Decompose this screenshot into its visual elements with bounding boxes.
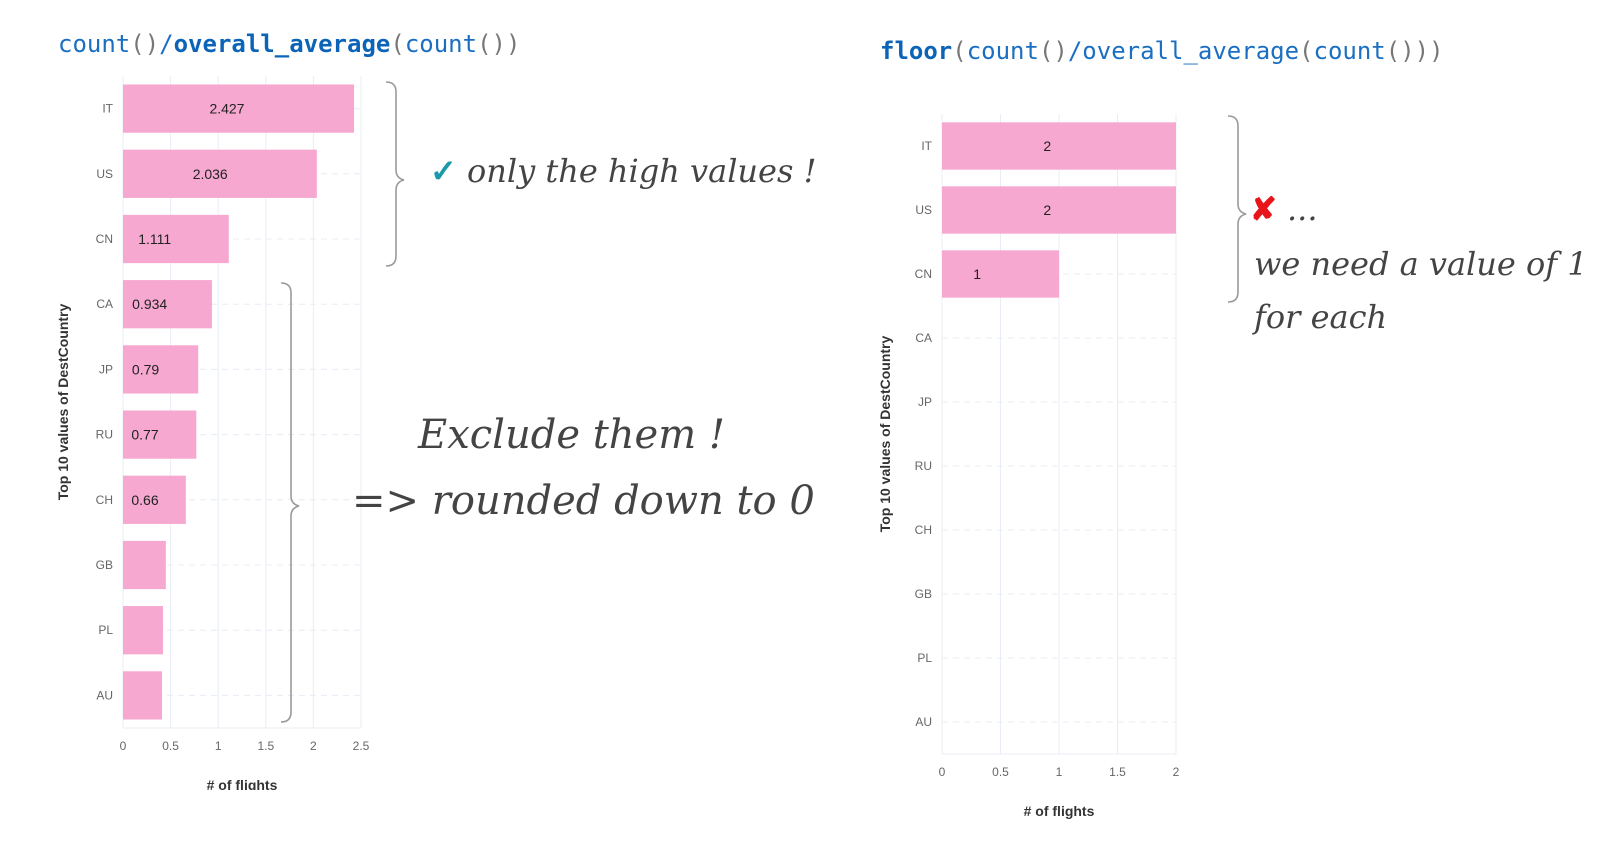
x-tick-label: 1.5 — [1109, 765, 1126, 779]
formula-paren-open: ( — [390, 30, 405, 58]
y-tick-label: PL — [98, 623, 113, 637]
y-tick-label: US — [915, 203, 932, 217]
y-tick-label: CA — [915, 331, 932, 345]
formula-rest: /overall_average — [1067, 37, 1300, 65]
x-tick-label: 0 — [120, 739, 127, 753]
check-icon: ✓ — [430, 152, 457, 190]
bar — [123, 671, 163, 720]
formula-paren-open-2: ( — [1299, 37, 1314, 65]
exclude-text: Exclude them ! — [418, 412, 725, 458]
x-tick-label: 0.5 — [162, 739, 179, 753]
y-tick-label: PL — [917, 651, 932, 665]
y-tick-label: JP — [99, 362, 113, 376]
formula-fn-count-inner: count — [404, 30, 478, 58]
y-tick-label: RU — [96, 428, 113, 442]
y-tick-label: RU — [915, 459, 932, 473]
annotation-exclude: Exclude them ! — [418, 412, 725, 458]
formula-fn-count: count — [58, 30, 131, 58]
annotation-need-line2: for each — [1254, 298, 1387, 336]
right-bar-chart: 0 0.5 1 1.5 2 IT 2 US 2 CN 1 CA JP RU CH GB PL AU # of fli… — [877, 114, 1180, 819]
formula-paren-open: ( — [952, 37, 967, 65]
bar — [942, 250, 1059, 298]
data-label: 0.77 — [131, 427, 158, 443]
data-label: 2 — [1043, 202, 1051, 218]
ellipsis-text: ... — [1286, 190, 1318, 228]
formula-fn-floor: floor — [880, 37, 953, 65]
x-tick-label: 0.5 — [992, 765, 1009, 779]
data-label: 2 — [1043, 138, 1051, 154]
left-bar-chart: 0 0.5 1 1.5 2 2.5 IT 2.427 US 2.036 CN 1.111 CA 0.934… — [55, 76, 370, 790]
y-axis-title: Top 10 values of DestCountry — [55, 304, 71, 501]
formula-parens: () — [1038, 37, 1068, 65]
y-tick-label: CN — [915, 267, 932, 281]
data-label: 1.111 — [138, 231, 171, 247]
bar — [942, 122, 1176, 170]
x-tick-label: 1.5 — [257, 739, 274, 753]
y-tick-label: IT — [102, 102, 113, 116]
x-axis-title: # of flights — [207, 777, 278, 790]
for-each-text: for each — [1254, 298, 1388, 336]
y-tick-label: US — [96, 167, 113, 181]
y-tick-label: AU — [915, 715, 932, 729]
x-tick-label: 1 — [1056, 765, 1063, 779]
y-tick-label: JP — [918, 395, 932, 409]
x-axis-title: # of flights — [1024, 803, 1095, 819]
annotation-rounded: => rounded down to 0 — [352, 478, 815, 524]
data-label: 1 — [973, 266, 981, 282]
y-tick-label: IT — [921, 139, 932, 153]
y-tick-label: AU — [96, 688, 113, 702]
annotation-need-line1: we need a value of 1 — [1254, 245, 1588, 283]
data-label: 2.036 — [193, 166, 228, 182]
rounded-text: => rounded down to 0 — [352, 478, 815, 524]
x-tick-label: 0 — [939, 765, 946, 779]
data-label: 2.427 — [209, 101, 244, 117]
formula-paren-close: ())) — [1385, 37, 1444, 65]
formula-fn-count-inner: count — [1313, 37, 1386, 65]
x-tick-label: 2 — [310, 739, 317, 753]
formula-fn-overall-average: overall_average — [173, 30, 391, 58]
left-formula-title: count()/overall_average(count()) — [58, 30, 520, 58]
x-tick-label: 1 — [215, 739, 222, 753]
y-tick-label: CN — [96, 232, 113, 246]
annotation-cross: ✘ ... — [1250, 190, 1318, 228]
y-axis-title: Top 10 values of DestCountry — [877, 336, 893, 533]
annotation-high-values: ✓ only the high values ! — [430, 152, 816, 190]
data-label: 0.66 — [131, 492, 158, 508]
high-values-text: only the high values ! — [466, 152, 817, 190]
y-tick-label: CA — [96, 297, 113, 311]
data-label: 0.79 — [132, 361, 159, 377]
formula-fn-count: count — [966, 37, 1039, 65]
need-value-text: we need a value of 1 — [1254, 245, 1588, 283]
x-tick-label: 2 — [1173, 765, 1180, 779]
data-label: 0.934 — [132, 296, 167, 312]
y-tick-label: GB — [915, 587, 932, 601]
cross-icon: ✘ — [1250, 190, 1277, 228]
y-tick-label: CH — [915, 523, 932, 537]
x-tick-label: 2.5 — [353, 739, 370, 753]
formula-slash: / — [159, 30, 174, 58]
formula-parens: () — [130, 30, 160, 58]
right-formula-title: floor(count()/overall_average(count())) — [880, 37, 1444, 65]
y-tick-label: CH — [96, 493, 113, 507]
y-tick-label: GB — [96, 558, 113, 572]
bar — [123, 606, 163, 655]
bar — [942, 186, 1176, 234]
bar — [123, 540, 166, 590]
formula-paren-close: ()) — [477, 30, 521, 58]
